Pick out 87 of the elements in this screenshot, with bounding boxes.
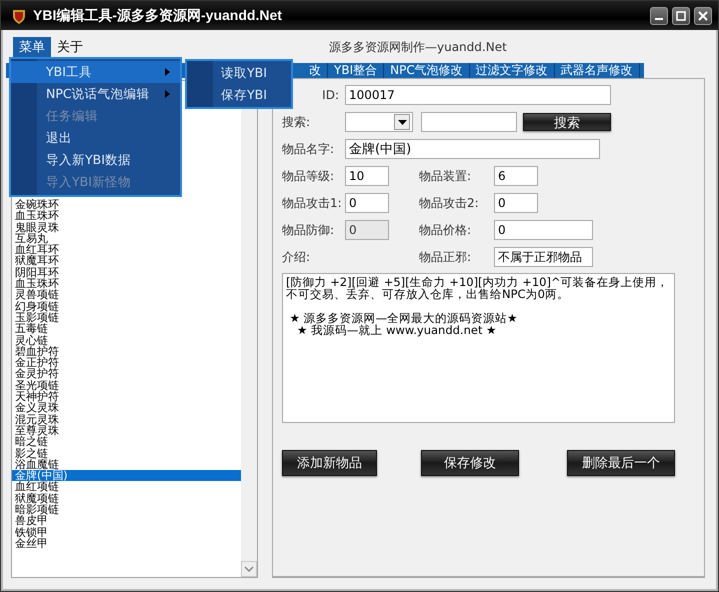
field-label: 物品装置: — [419, 168, 472, 184]
list-item[interactable]: 铁锁甲 — [12, 526, 241, 538]
list-item[interactable]: 金牌(中国) — [12, 470, 241, 482]
list-item[interactable]: 血玉珠环 — [12, 210, 241, 222]
field-label: ID: — [321, 88, 340, 102]
search-button[interactable]: 搜索 — [523, 113, 611, 131]
list-item[interactable]: 灵心链 — [12, 334, 241, 346]
menu-item[interactable]: YBI工具 — [11, 61, 180, 83]
value-field[interactable]: 0 — [494, 193, 538, 213]
list-item[interactable]: 暗影项链 — [12, 504, 241, 516]
action-button[interactable]: 删除最后一个 — [567, 450, 675, 476]
name-field[interactable]: 金牌(中国) — [345, 139, 600, 159]
header-text: 源多多资源网制作—yuandd.Net — [329, 38, 507, 56]
value-field[interactable]: 6 — [494, 166, 538, 186]
window-title: YBI编辑工具-源多多资源网-yuandd.Net — [33, 6, 282, 24]
description-box[interactable]: [防御力 +2][回避 +5][生命力 +10][内功力 +10]^可装备在身上使用，不可交易、丢弃、可存放入仓库，出售给NPC为0两。 ★ 源多多资源网—全网最大的源码资源站★ ★ 我源码—就上 www.yuandd.net ★ — [282, 273, 675, 423]
list-item[interactable]: 玉影项链 — [12, 312, 241, 324]
list-item[interactable]: 至尊灵珠 — [12, 424, 241, 436]
field-label: 物品名字: — [282, 140, 336, 158]
list-item[interactable]: 混元灵珠 — [12, 414, 241, 425]
field-label: 物品等级: — [282, 168, 336, 184]
maximize-icon — [676, 10, 686, 20]
list-item[interactable]: 狱魔项链 — [12, 492, 241, 504]
value-field[interactable]: 不属于正邪物品 — [494, 247, 593, 267]
list-item[interactable]: 碧血护符 — [12, 346, 241, 358]
list-item[interactable]: 暗之链 — [12, 436, 241, 448]
field-label: 搜索: — [282, 114, 312, 130]
list-item[interactable]: 兽皮甲 — [12, 515, 241, 527]
search-field[interactable] — [421, 112, 517, 132]
value-field[interactable]: 0 — [345, 193, 389, 213]
value-field[interactable]: 0 — [494, 220, 593, 240]
list-item[interactable]: 血玉珠环 — [12, 278, 241, 290]
menu-item[interactable]: 读取YBI — [187, 62, 291, 84]
close-button[interactable] — [694, 6, 712, 24]
close-icon — [698, 10, 708, 20]
list-item[interactable]: 血红项链 — [12, 481, 241, 493]
list-item[interactable]: 灵兽项链 — [12, 289, 241, 301]
scroll-down-button[interactable] — [241, 561, 257, 577]
minimize-button[interactable] — [650, 6, 668, 24]
submenu-arrow-icon — [165, 90, 170, 98]
field-label: 物品正邪: — [419, 248, 472, 266]
list-item[interactable]: 天神护符 — [12, 391, 241, 402]
description-text: [防御力 +2][回避 +5][生命力 +10][内功力 +10]^可装备在身上使用，不可交易、丢弃、可存放入仓库，出售给NPC为0两。 — [286, 276, 670, 300]
list-item[interactable]: 狱魔耳环 — [12, 255, 241, 267]
dropdown-arrow-icon — [398, 120, 406, 124]
menu-item[interactable]: 退出 — [11, 127, 180, 149]
minimize-icon — [655, 18, 663, 20]
tab[interactable]: 改 — [303, 63, 328, 78]
field-label: 物品攻击1: — [282, 194, 343, 212]
tab[interactable]: NPC气泡修改 — [384, 63, 470, 78]
tab[interactable]: 武器名声修改 — [554, 63, 640, 78]
submenu-arrow-icon — [165, 68, 170, 76]
list-item[interactable]: 五毒链 — [12, 323, 241, 335]
field-label: 介绍: — [282, 248, 312, 266]
list-item[interactable]: 血红耳环 — [12, 244, 241, 256]
tab[interactable]: 过滤文字修改 — [470, 63, 555, 78]
description-text: ★ 我源码—就上 www.yuandd.net ★ — [296, 324, 496, 336]
menu-item[interactable]: NPC说话气泡编辑 — [11, 83, 180, 105]
list-item[interactable]: 金义灵珠 — [12, 402, 241, 414]
tab[interactable]: YBI整合 — [328, 63, 384, 78]
menu-bar-item[interactable]: 关于 — [51, 37, 89, 57]
action-button[interactable]: 添加新物品 — [282, 450, 377, 476]
search-type-dropdown[interactable] — [345, 112, 413, 132]
list-item[interactable]: 金碗珠环 — [12, 199, 241, 210]
chevron-down-icon — [244, 566, 254, 572]
list-item[interactable]: 圣光项链 — [12, 380, 241, 392]
list-item[interactable]: 互易丸 — [12, 232, 241, 244]
menu-bar-item[interactable]: 菜单 — [13, 37, 51, 57]
field-label: 物品防御: — [282, 222, 336, 238]
list-item[interactable]: 幻身项链 — [12, 300, 241, 312]
description-text: ★ 源多多资源网—全网最大的源码资源站★ — [288, 312, 518, 324]
menu-item[interactable]: 保存YBI — [187, 84, 291, 106]
list-item[interactable]: 鬼眼灵珠 — [12, 222, 241, 233]
menu-item[interactable]: 导入新YBI数据 — [11, 149, 180, 171]
field-label: 物品价格: — [419, 222, 472, 238]
id-field[interactable]: 100017 — [345, 85, 611, 105]
shield-icon — [11, 8, 27, 24]
value-field[interactable]: 10 — [345, 166, 389, 186]
list-item[interactable]: 影之链 — [12, 448, 241, 459]
field-label: 物品攻击2: — [419, 194, 480, 212]
list-item[interactable]: 金灵护符 — [12, 368, 241, 380]
list-item[interactable]: 浴血魔链 — [12, 458, 241, 470]
list-item[interactable]: 金正护符 — [12, 357, 241, 368]
list-item[interactable]: 金丝甲 — [12, 538, 241, 550]
maximize-button[interactable] — [672, 6, 690, 24]
action-button[interactable]: 保存修改 — [421, 450, 519, 476]
list-item[interactable]: 阴阳耳环 — [12, 266, 241, 278]
